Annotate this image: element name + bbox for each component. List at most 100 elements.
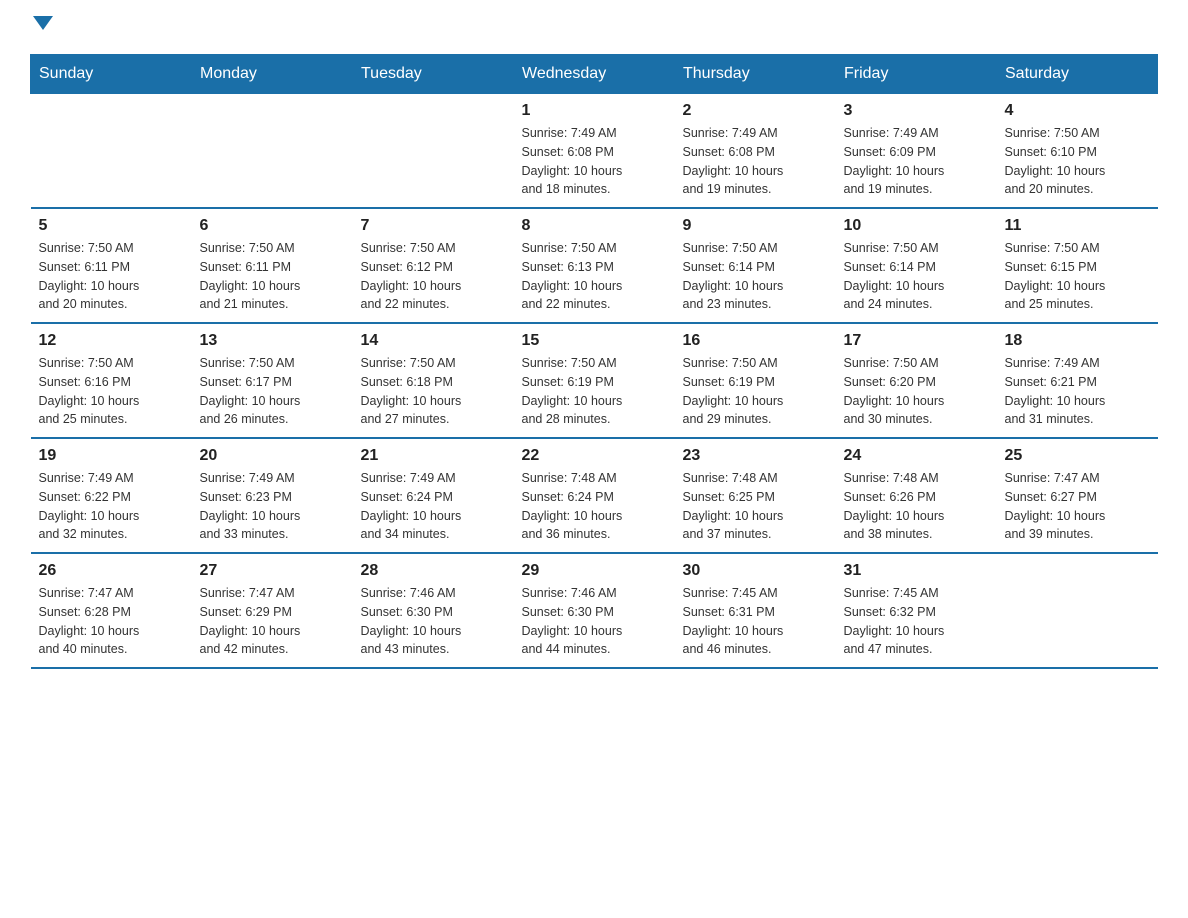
calendar-cell: 28 Sunrise: 7:46 AM Sunset: 6:30 PM Dayli… [353,553,514,668]
calendar-cell [31,94,192,209]
calendar-cell: 12 Sunrise: 7:50 AM Sunset: 6:16 PM Dayli… [31,323,192,438]
day-number: 25 [1005,447,1150,465]
day-info: Sunrise: 7:45 AM Sunset: 6:31 PM Dayligh… [683,584,828,659]
calendar-week-3: 12 Sunrise: 7:50 AM Sunset: 6:16 PM Dayli… [31,323,1158,438]
day-info: Sunrise: 7:47 AM Sunset: 6:29 PM Dayligh… [200,584,345,659]
calendar-cell: 3 Sunrise: 7:49 AM Sunset: 6:09 PM Daylig… [836,94,997,209]
day-info: Sunrise: 7:50 AM Sunset: 6:14 PM Dayligh… [844,239,989,314]
header-cell-sunday: Sunday [31,55,192,94]
calendar-cell: 24 Sunrise: 7:48 AM Sunset: 6:26 PM Dayli… [836,438,997,553]
day-number: 19 [39,447,184,465]
calendar-week-4: 19 Sunrise: 7:49 AM Sunset: 6:22 PM Dayli… [31,438,1158,553]
day-number: 2 [683,102,828,120]
day-number: 21 [361,447,506,465]
calendar-cell: 30 Sunrise: 7:45 AM Sunset: 6:31 PM Dayli… [675,553,836,668]
day-info: Sunrise: 7:49 AM Sunset: 6:23 PM Dayligh… [200,469,345,544]
calendar-cell: 10 Sunrise: 7:50 AM Sunset: 6:14 PM Dayli… [836,208,997,323]
calendar-cell: 14 Sunrise: 7:50 AM Sunset: 6:18 PM Dayli… [353,323,514,438]
header-row: SundayMondayTuesdayWednesdayThursdayFrid… [31,55,1158,94]
calendar-cell: 13 Sunrise: 7:50 AM Sunset: 6:17 PM Dayli… [192,323,353,438]
header-cell-friday: Friday [836,55,997,94]
calendar-header: SundayMondayTuesdayWednesdayThursdayFrid… [31,55,1158,94]
day-info: Sunrise: 7:50 AM Sunset: 6:11 PM Dayligh… [200,239,345,314]
day-number: 3 [844,102,989,120]
day-info: Sunrise: 7:50 AM Sunset: 6:13 PM Dayligh… [522,239,667,314]
day-info: Sunrise: 7:50 AM Sunset: 6:18 PM Dayligh… [361,354,506,429]
day-number: 5 [39,217,184,235]
day-number: 14 [361,332,506,350]
day-number: 15 [522,332,667,350]
header-cell-tuesday: Tuesday [353,55,514,94]
logo [30,20,53,34]
day-info: Sunrise: 7:50 AM Sunset: 6:20 PM Dayligh… [844,354,989,429]
day-number: 11 [1005,217,1150,235]
day-number: 23 [683,447,828,465]
calendar-cell: 29Sunrise: 7:46 AM Sunset: 6:30 PM Dayli… [514,553,675,668]
calendar-body: 1 Sunrise: 7:49 AM Sunset: 6:08 PM Daylig… [31,94,1158,669]
day-number: 6 [200,217,345,235]
day-info: Sunrise: 7:50 AM Sunset: 6:16 PM Dayligh… [39,354,184,429]
calendar-cell: 8 Sunrise: 7:50 AM Sunset: 6:13 PM Daylig… [514,208,675,323]
calendar-cell: 7 Sunrise: 7:50 AM Sunset: 6:12 PM Daylig… [353,208,514,323]
calendar-cell: 18Sunrise: 7:49 AM Sunset: 6:21 PM Dayli… [997,323,1158,438]
day-number: 17 [844,332,989,350]
calendar-cell [353,94,514,209]
day-number: 16 [683,332,828,350]
day-number: 7 [361,217,506,235]
day-info: Sunrise: 7:49 AM Sunset: 6:08 PM Dayligh… [522,124,667,199]
day-number: 22 [522,447,667,465]
calendar-week-5: 26Sunrise: 7:47 AM Sunset: 6:28 PM Dayli… [31,553,1158,668]
calendar-table: SundayMondayTuesdayWednesdayThursdayFrid… [30,54,1158,669]
day-info: Sunrise: 7:49 AM Sunset: 6:24 PM Dayligh… [361,469,506,544]
calendar-cell: 21 Sunrise: 7:49 AM Sunset: 6:24 PM Dayli… [353,438,514,553]
calendar-cell: 11Sunrise: 7:50 AM Sunset: 6:15 PM Dayli… [997,208,1158,323]
calendar-cell: 23Sunrise: 7:48 AM Sunset: 6:25 PM Dayli… [675,438,836,553]
day-number: 8 [522,217,667,235]
calendar-cell: 15 Sunrise: 7:50 AM Sunset: 6:19 PM Dayli… [514,323,675,438]
day-info: Sunrise: 7:45 AM Sunset: 6:32 PM Dayligh… [844,584,989,659]
day-info: Sunrise: 7:47 AM Sunset: 6:27 PM Dayligh… [1005,469,1150,544]
day-info: Sunrise: 7:50 AM Sunset: 6:12 PM Dayligh… [361,239,506,314]
day-number: 20 [200,447,345,465]
calendar-cell: 4Sunrise: 7:50 AM Sunset: 6:10 PM Daylig… [997,94,1158,209]
day-info: Sunrise: 7:50 AM Sunset: 6:19 PM Dayligh… [683,354,828,429]
day-number: 10 [844,217,989,235]
header-cell-saturday: Saturday [997,55,1158,94]
calendar-cell [192,94,353,209]
calendar-week-2: 5 Sunrise: 7:50 AM Sunset: 6:11 PM Daylig… [31,208,1158,323]
day-info: Sunrise: 7:46 AM Sunset: 6:30 PM Dayligh… [522,584,667,659]
day-number: 27 [200,562,345,580]
day-number: 12 [39,332,184,350]
day-number: 13 [200,332,345,350]
day-info: Sunrise: 7:49 AM Sunset: 6:22 PM Dayligh… [39,469,184,544]
day-info: Sunrise: 7:48 AM Sunset: 6:24 PM Dayligh… [522,469,667,544]
day-number: 1 [522,102,667,120]
calendar-cell: 19 Sunrise: 7:49 AM Sunset: 6:22 PM Dayli… [31,438,192,553]
calendar-cell: 25 Sunrise: 7:47 AM Sunset: 6:27 PM Dayli… [997,438,1158,553]
day-number: 31 [844,562,989,580]
calendar-cell: 16 Sunrise: 7:50 AM Sunset: 6:19 PM Dayli… [675,323,836,438]
day-info: Sunrise: 7:47 AM Sunset: 6:28 PM Dayligh… [39,584,184,659]
day-info: Sunrise: 7:49 AM Sunset: 6:08 PM Dayligh… [683,124,828,199]
calendar-cell: 1 Sunrise: 7:49 AM Sunset: 6:08 PM Daylig… [514,94,675,209]
calendar-cell: 6 Sunrise: 7:50 AM Sunset: 6:11 PM Daylig… [192,208,353,323]
day-info: Sunrise: 7:50 AM Sunset: 6:19 PM Dayligh… [522,354,667,429]
day-info: Sunrise: 7:50 AM Sunset: 6:14 PM Dayligh… [683,239,828,314]
calendar-cell: 17 Sunrise: 7:50 AM Sunset: 6:20 PM Dayli… [836,323,997,438]
calendar-cell: 20 Sunrise: 7:49 AM Sunset: 6:23 PM Dayli… [192,438,353,553]
day-info: Sunrise: 7:46 AM Sunset: 6:30 PM Dayligh… [361,584,506,659]
day-number: 4 [1005,102,1150,120]
calendar-week-1: 1 Sunrise: 7:49 AM Sunset: 6:08 PM Daylig… [31,94,1158,209]
day-number: 18 [1005,332,1150,350]
day-info: Sunrise: 7:50 AM Sunset: 6:17 PM Dayligh… [200,354,345,429]
calendar-cell: 22 Sunrise: 7:48 AM Sunset: 6:24 PM Dayli… [514,438,675,553]
day-number: 24 [844,447,989,465]
day-info: Sunrise: 7:49 AM Sunset: 6:09 PM Dayligh… [844,124,989,199]
day-number: 9 [683,217,828,235]
day-number: 28 [361,562,506,580]
calendar-cell [997,553,1158,668]
day-info: Sunrise: 7:48 AM Sunset: 6:26 PM Dayligh… [844,469,989,544]
page-header [30,20,1158,34]
day-number: 30 [683,562,828,580]
calendar-cell: 27 Sunrise: 7:47 AM Sunset: 6:29 PM Dayli… [192,553,353,668]
